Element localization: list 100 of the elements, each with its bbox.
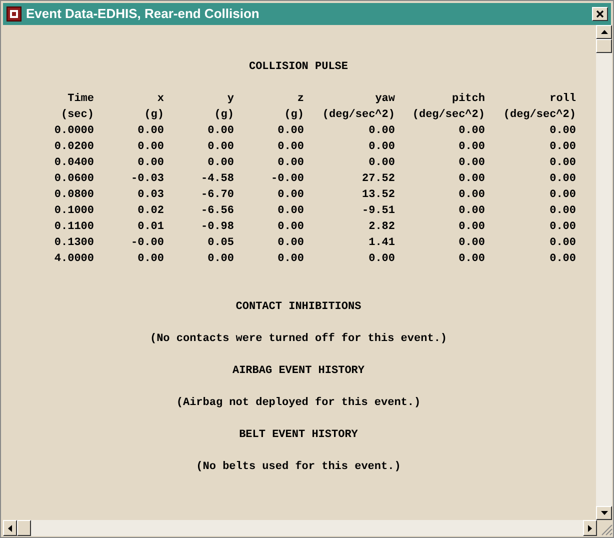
table-cell-text: 0.00 <box>458 124 485 139</box>
table-cell-text: 0.00 <box>136 124 164 139</box>
table-cell-text: 0.0400 <box>53 156 94 171</box>
table-cell-text: -6.56 <box>200 204 234 219</box>
table-cell-text: 0.00 <box>276 236 304 251</box>
table-cell-text: 0.00 <box>458 252 485 267</box>
table-cell-text: 0.0800 <box>53 188 94 203</box>
table-cell-text: 13.52 <box>360 188 395 203</box>
table-cell-text: 0.0000 <box>53 124 94 139</box>
table-cell-text: 0.00 <box>368 156 395 171</box>
column-header: y <box>226 92 234 107</box>
table-cell-text: 0.00 <box>458 156 485 171</box>
up-arrow-icon <box>600 30 608 34</box>
column-unit: (g) <box>213 108 234 123</box>
table-cell-text: 0.00 <box>276 204 304 219</box>
table-cell-text: 0.00 <box>548 204 576 219</box>
table-cell-text: 0.1100 <box>53 220 94 235</box>
table-cell-text: 0.00 <box>548 156 576 171</box>
table-cell-text: 0.00 <box>206 156 234 171</box>
table-cell-text: 0.00 <box>368 124 395 139</box>
table-cell-text: 0.02 <box>136 204 164 219</box>
table-cell-text: 0.00 <box>458 220 485 235</box>
table-cell-text: 0.00 <box>206 140 234 155</box>
section-message: (No belts used for this event.) <box>196 460 401 475</box>
column-header: Time <box>66 92 94 107</box>
left-arrow-icon <box>8 524 12 532</box>
table-cell-text: -6.70 <box>200 188 234 203</box>
scroll-down-button[interactable] <box>596 506 612 520</box>
column-header: z <box>296 92 304 107</box>
table-cell-text: 0.00 <box>206 124 234 139</box>
column-unit: (sec) <box>60 108 94 123</box>
table-cell-text: 0.05 <box>206 236 234 251</box>
column-unit: (deg/sec^2) <box>321 108 395 123</box>
column-unit: (deg/sec^2) <box>502 108 576 123</box>
table-cell-text: 0.00 <box>276 220 304 235</box>
table-cell-text: 0.00 <box>458 204 485 219</box>
section-heading: CONTACT INHIBITIONS <box>236 300 362 315</box>
window-title: Event Data-EDHIS, Rear-end Collision <box>26 5 260 24</box>
vertical-scrollbar[interactable] <box>596 25 612 520</box>
section-heading: AIRBAG EVENT HISTORY <box>232 364 365 379</box>
table-cell-text: 0.00 <box>548 140 576 155</box>
column-unit: (g) <box>283 108 304 123</box>
scroll-right-button[interactable] <box>583 520 597 536</box>
table-cell-text: -0.00 <box>130 236 164 251</box>
column-header: x <box>156 92 164 107</box>
table-cell-text: 0.00 <box>136 140 164 155</box>
table-cell-text: 0.00 <box>458 188 485 203</box>
table-cell-text: 0.00 <box>136 252 164 267</box>
table-cell-text: 0.00 <box>548 220 576 235</box>
table-cell-text: 0.00 <box>548 124 576 139</box>
down-arrow-icon <box>600 511 608 515</box>
column-unit: (deg/sec^2) <box>411 108 485 123</box>
section-message: (Airbag not deployed for this event.) <box>176 396 421 411</box>
table-cell-text: 4.0000 <box>53 252 94 267</box>
column-header: yaw <box>374 92 395 107</box>
table-cell-text: 0.00 <box>458 140 485 155</box>
table-cell-text: 0.00 <box>548 252 576 267</box>
scroll-left-button[interactable] <box>3 520 17 536</box>
column-unit: (g) <box>143 108 164 123</box>
app-icon <box>6 6 22 22</box>
table-cell-text: 0.03 <box>136 188 164 203</box>
table-cell-text: 0.1300 <box>53 236 94 251</box>
table-cell-text: 0.00 <box>548 188 576 203</box>
table-cell-text: 0.0200 <box>53 140 94 155</box>
scroll-thumb[interactable] <box>596 39 612 53</box>
horizontal-scrollbar[interactable] <box>3 520 597 536</box>
section-message: (No contacts were turned off for this event.) <box>150 332 448 347</box>
table-cell-text: 0.00 <box>548 172 576 187</box>
table-cell-text: 0.00 <box>458 172 485 187</box>
column-header: pitch <box>450 92 485 107</box>
section-heading: COLLISION PULSE <box>248 60 348 75</box>
table-cell-text: -0.03 <box>130 172 164 187</box>
table-cell-text: -0.98 <box>200 220 234 235</box>
table-cell-text: 0.00 <box>276 252 304 267</box>
scroll-up-button[interactable] <box>596 25 612 39</box>
table-cell-text: 0.00 <box>368 140 395 155</box>
table-cell-text: -0.00 <box>270 172 304 187</box>
table-cell-text: 0.00 <box>276 140 304 155</box>
close-button[interactable] <box>592 7 608 21</box>
table-cell-text: 2.82 <box>368 220 395 235</box>
table-cell-text: -4.58 <box>200 172 234 187</box>
table-cell-text: 0.00 <box>548 236 576 251</box>
table-cell-text: 0.1000 <box>53 204 94 219</box>
section-heading: BELT EVENT HISTORY <box>239 428 358 443</box>
table-cell-text: 0.01 <box>136 220 164 235</box>
table-cell-text: -9.51 <box>360 204 395 219</box>
column-header: roll <box>548 92 576 107</box>
table-cell-text: 0.00 <box>276 188 304 203</box>
table-cell-text: 0.00 <box>276 156 304 171</box>
scroll-thumb[interactable] <box>17 520 31 536</box>
table-cell-text: 1.41 <box>368 236 395 251</box>
right-arrow-icon <box>588 524 592 532</box>
table-cell-text: 0.00 <box>368 252 395 267</box>
table-cell-text: 0.00 <box>206 252 234 267</box>
close-icon <box>596 10 604 18</box>
table-cell-text: 27.52 <box>360 172 395 187</box>
table-cell-text: 0.00 <box>458 236 485 251</box>
table-cell-text: 0.0600 <box>53 172 94 187</box>
table-cell-text: 0.00 <box>276 124 304 139</box>
table-cell-text: 0.00 <box>136 156 164 171</box>
